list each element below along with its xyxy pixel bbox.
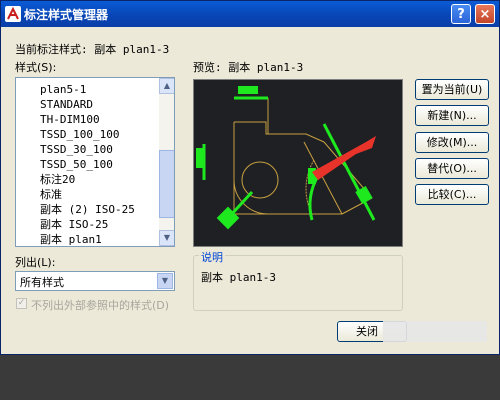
style-list-item[interactable]: TSSD_100_100 (40, 127, 135, 142)
scroll-up-arrow-icon[interactable]: ▲ (159, 78, 174, 94)
style-list-item[interactable]: plan5-1 (40, 82, 135, 97)
scroll-thumb[interactable] (159, 150, 174, 218)
autocad-app-icon (5, 6, 21, 22)
style-list-item[interactable]: 副本 (2) ISO-25 (40, 202, 135, 217)
close-button-overlay (383, 321, 487, 342)
style-list-item[interactable]: STANDARD (40, 97, 135, 112)
modify-style-button[interactable]: 修改(M)... (415, 132, 489, 153)
window-close-button[interactable]: × (475, 4, 495, 24)
description-title: 说明 (199, 249, 225, 265)
dimension-style-manager-dialog: 标注样式管理器 ? × 当前标注样式: 副本 plan1-3 样式(S): pl… (0, 0, 500, 355)
styles-list-items: plan5-1 STANDARD TH-DIM100 TSSD_100_100 TSSD… (40, 82, 135, 246)
override-style-button[interactable]: 替代(O)... (415, 158, 489, 179)
styles-list-label: 样式(S): (15, 61, 57, 74)
new-style-button[interactable]: 新建(N)... (415, 105, 489, 126)
exclude-xref-label: 不列出外部参照中的样式(D) (31, 299, 170, 312)
dimension-preview-panel (193, 79, 403, 247)
list-filter-label: 列出(L): (15, 256, 56, 269)
current-style-label: 当前标注样式: 副本 plan1-3 (15, 43, 170, 56)
styles-listbox[interactable]: plan5-1 STANDARD TH-DIM100 TSSD_100_100 TSSD… (15, 77, 175, 247)
style-list-item[interactable]: TSSD_30_100 (40, 142, 135, 157)
scroll-down-arrow-icon[interactable]: ▼ (159, 230, 174, 246)
style-list-item[interactable]: 标注20 (40, 172, 135, 187)
styles-scrollbar[interactable]: ▲ ▼ (159, 78, 174, 246)
set-current-button[interactable]: 置为当前(U) (415, 79, 489, 100)
description-text: 副本 plan1-3 (201, 271, 276, 284)
preview-label: 预览: 副本 plan1-3 (193, 61, 304, 74)
style-list-item[interactable]: 副本 plan1 (40, 232, 135, 246)
dimension-preview-drawing (196, 86, 376, 230)
list-filter-value: 所有样式 (20, 276, 64, 289)
exclude-xref-checkbox[interactable]: ✓ (16, 298, 27, 309)
style-list-item[interactable]: TH-DIM100 (40, 112, 135, 127)
window-title: 标注样式管理器 (24, 8, 109, 22)
compare-styles-button[interactable]: 比较(C)... (415, 184, 489, 205)
style-list-item[interactable]: 副本 ISO-25 (40, 217, 135, 232)
style-list-item[interactable]: 标准 (40, 187, 135, 202)
style-list-item[interactable]: TSSD_50_100 (40, 157, 135, 172)
chevron-down-icon[interactable]: ▼ (157, 273, 173, 289)
help-button[interactable]: ? (451, 4, 471, 24)
list-filter-select[interactable]: 所有样式 ▼ (15, 271, 175, 291)
title-bar: 标注样式管理器 ? × (1, 1, 499, 27)
